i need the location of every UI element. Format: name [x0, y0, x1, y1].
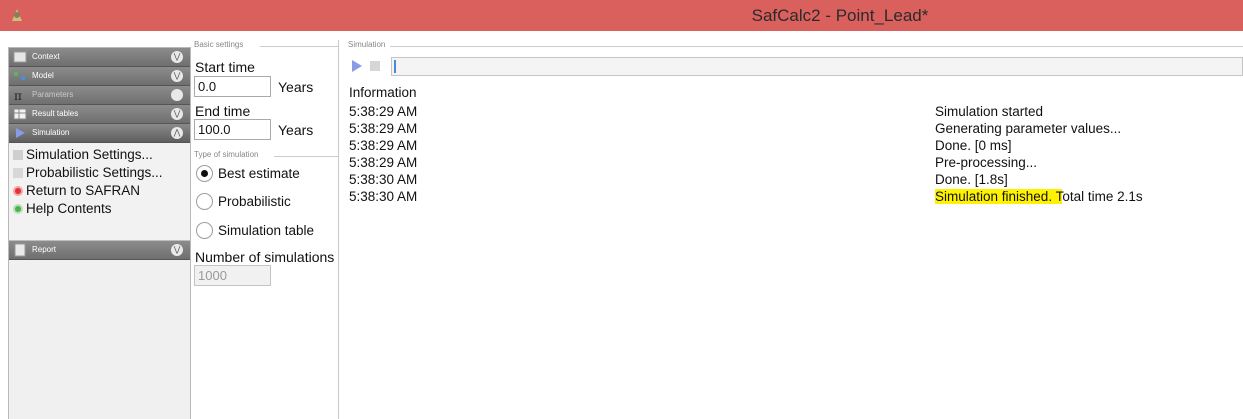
- chevron-up-icon[interactable]: ⋀: [171, 127, 183, 139]
- title-bar: SafCalc2 - Point_Lead*: [0, 0, 1243, 31]
- sidebar-section-simulation[interactable]: Simulation ⋀: [9, 124, 190, 143]
- log-time: 5:38:29 AM: [349, 121, 418, 136]
- log-row: 5:38:30 AM Simulation finished. Total ti…: [349, 189, 1239, 205]
- panel-divider[interactable]: [338, 40, 339, 419]
- log-time: 5:38:29 AM: [349, 104, 418, 119]
- report-icon: [14, 243, 26, 257]
- chevron-down-icon[interactable]: ⋁: [171, 51, 183, 63]
- settings-panel: Basic settings Start time 0.0 Years End …: [192, 40, 338, 419]
- log-message: Generating parameter values...: [935, 121, 1122, 136]
- simulation-type-group-title: Type of simulation: [194, 150, 259, 159]
- collapse-toggle-icon[interactable]: [171, 89, 183, 101]
- end-time-input[interactable]: 100.0: [194, 119, 271, 140]
- table-icon: [13, 108, 27, 120]
- log-message: Done. [0 ms]: [935, 138, 1012, 153]
- progress-bar: [391, 57, 1243, 76]
- radio-button[interactable]: [196, 193, 213, 210]
- red-dot-icon: [13, 186, 23, 196]
- menu-item-simulation-settings[interactable]: Simulation Settings...: [13, 147, 153, 162]
- sidebar-section-report[interactable]: Report ⋁: [9, 241, 190, 260]
- number-of-simulations-input[interactable]: 1000: [194, 265, 271, 286]
- start-time-input[interactable]: 0.0: [194, 76, 271, 97]
- group-divider: [274, 156, 338, 157]
- log-row: 5:38:29 AM Simulation started: [349, 104, 1239, 120]
- settings-icon: [13, 150, 23, 160]
- log-row: 5:38:29 AM Done. [0 ms]: [349, 138, 1239, 154]
- highlighted-text: Simulation finished. T: [935, 189, 1063, 204]
- radio-simulation-table[interactable]: Simulation table: [196, 222, 314, 239]
- radio-probabilistic[interactable]: Probabilistic: [196, 193, 291, 210]
- sidebar: Context ⋁ Model ⋁ π Parameters Result ta…: [8, 47, 191, 419]
- pi-icon: π: [14, 89, 22, 102]
- basic-settings-group-title: Basic settings: [194, 40, 244, 49]
- information-heading: Information: [349, 85, 417, 100]
- stop-icon[interactable]: [370, 61, 380, 71]
- chevron-down-icon[interactable]: ⋁: [171, 108, 183, 120]
- sidebar-section-label: Result tables: [32, 109, 79, 118]
- log-message-rest: otal time 2.1s: [1062, 189, 1143, 204]
- chevron-down-icon[interactable]: ⋁: [171, 70, 183, 82]
- simulation-panel: Simulation Information 5:38:29 AM Simula…: [346, 40, 1243, 419]
- sidebar-section-result-tables[interactable]: Result tables ⋁: [9, 105, 190, 124]
- context-icon: [13, 51, 27, 63]
- group-divider: [390, 46, 1243, 47]
- number-of-simulations-label: Number of simulations: [195, 249, 335, 265]
- play-icon: [16, 128, 25, 138]
- sidebar-section-context[interactable]: Context ⋁: [9, 48, 190, 67]
- sidebar-section-label: Context: [32, 52, 60, 61]
- log-message: Done. [1.8s]: [935, 172, 1008, 187]
- green-dot-icon: [13, 204, 23, 214]
- log-time: 5:38:29 AM: [349, 138, 418, 153]
- menu-item-help-contents[interactable]: Help Contents: [13, 201, 112, 216]
- simulation-group-title: Simulation: [348, 40, 386, 49]
- log-row: 5:38:30 AM Done. [1.8s]: [349, 172, 1239, 188]
- sidebar-section-label: Model: [32, 71, 54, 80]
- chevron-down-icon[interactable]: ⋁: [171, 244, 183, 256]
- log-row: 5:38:29 AM Pre-processing...: [349, 155, 1239, 171]
- menu-item-probabilistic-settings[interactable]: Probabilistic Settings...: [13, 165, 163, 180]
- start-time-unit: Years: [278, 79, 314, 95]
- sidebar-section-label: Parameters: [32, 90, 74, 99]
- log-time: 5:38:30 AM: [349, 172, 418, 187]
- sidebar-section-label: Report: [32, 245, 57, 254]
- log-message: Pre-processing...: [935, 155, 1038, 170]
- group-divider: [260, 46, 338, 47]
- svg-text:π: π: [14, 89, 22, 102]
- start-time-label: Start time: [195, 59, 255, 75]
- sidebar-section-report-area: Report ⋁: [9, 240, 190, 419]
- log-time: 5:38:29 AM: [349, 155, 418, 170]
- radio-best-estimate[interactable]: Best estimate: [196, 165, 300, 182]
- radio-button[interactable]: [196, 222, 213, 239]
- end-time-unit: Years: [278, 122, 314, 138]
- sidebar-section-model[interactable]: Model ⋁: [9, 67, 190, 86]
- model-icon: [14, 72, 25, 80]
- probability-icon: [13, 168, 23, 178]
- log-time: 5:38:30 AM: [349, 189, 418, 204]
- sidebar-section-parameters[interactable]: π Parameters: [9, 86, 190, 105]
- menu-item-return-to-safran[interactable]: Return to SAFRAN: [13, 183, 140, 198]
- end-time-label: End time: [195, 103, 251, 119]
- progress-caret: [394, 60, 396, 73]
- log-message: Simulation finished. Total time 2.1s: [935, 189, 1143, 204]
- log-message: Simulation started: [935, 104, 1044, 119]
- radio-button-selected[interactable]: [196, 165, 213, 182]
- sidebar-section-label: Simulation: [32, 128, 70, 137]
- log-row: 5:38:29 AM Generating parameter values..…: [349, 121, 1239, 137]
- window-title: SafCalc2 - Point_Lead*: [751, 6, 929, 25]
- play-icon[interactable]: [352, 60, 362, 72]
